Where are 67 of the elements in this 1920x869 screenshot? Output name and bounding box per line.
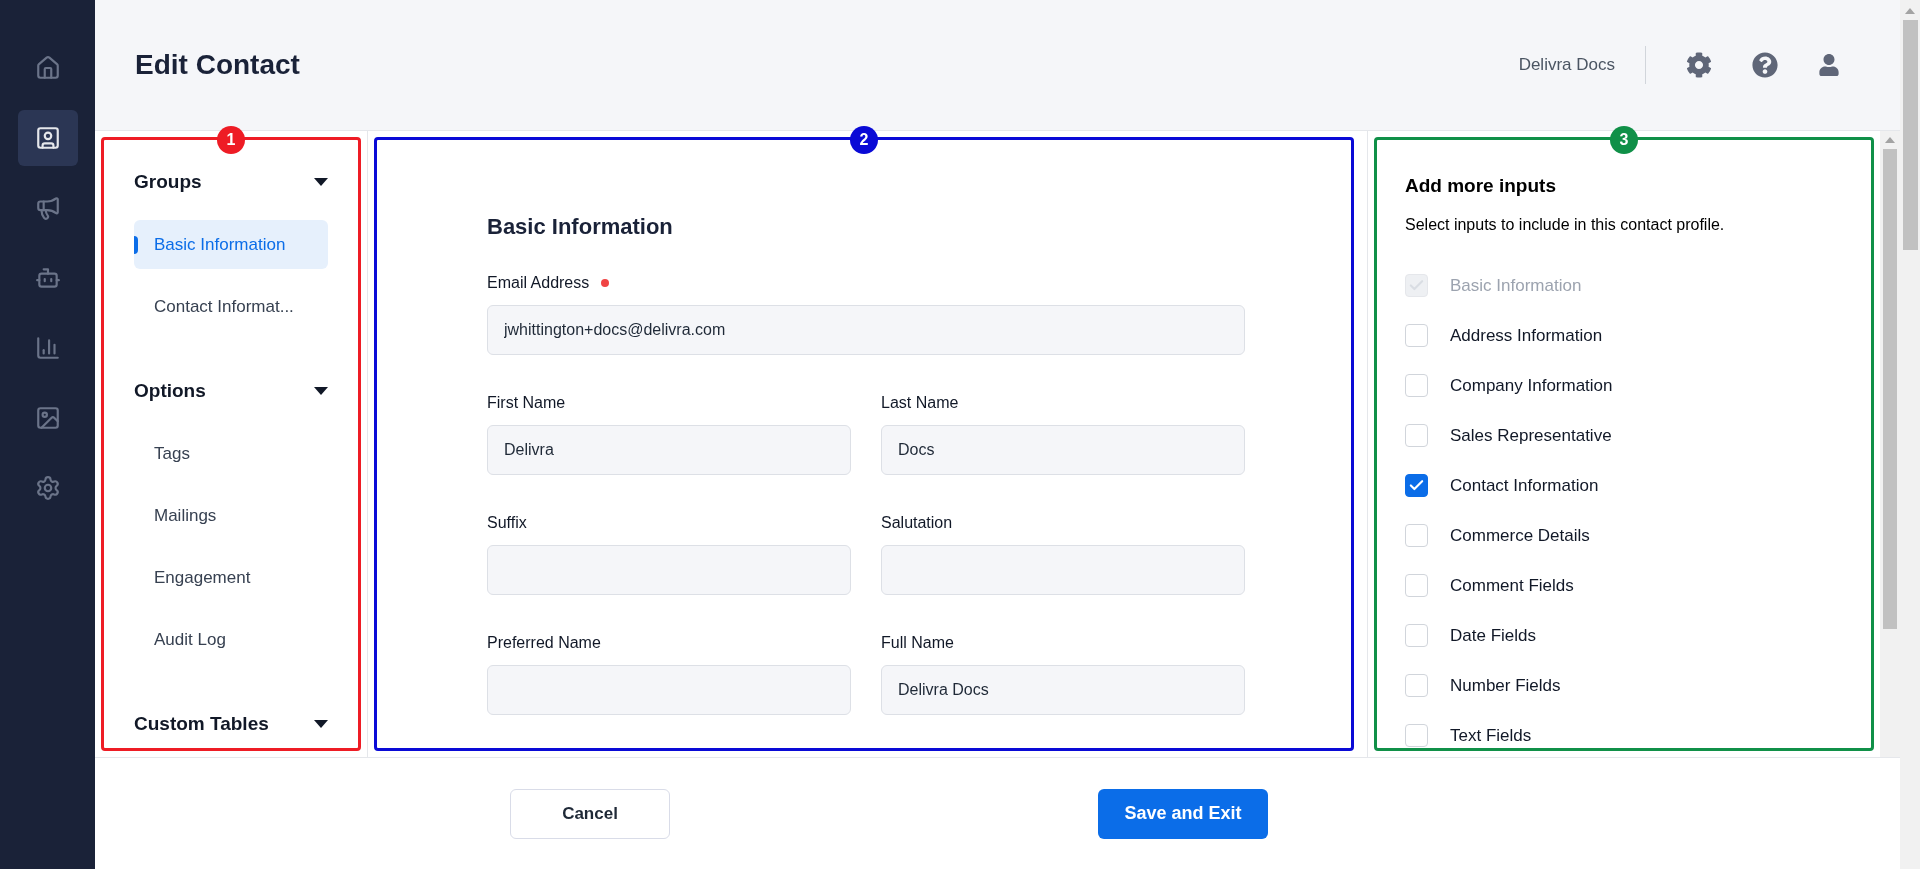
section-heading: Groups	[134, 169, 202, 194]
home-icon	[34, 55, 61, 81]
cancel-button[interactable]: Cancel	[510, 788, 670, 839]
settings-button[interactable]	[1686, 52, 1712, 78]
panel-title: Add more inputs	[1405, 174, 1557, 198]
settings-icon	[34, 475, 61, 501]
field-label: Full Name	[881, 633, 954, 653]
bar-chart-icon	[34, 335, 61, 361]
sidebar-item[interactable]: Mailings	[134, 491, 328, 540]
input-field[interactable]: Delivra	[487, 425, 851, 475]
caret-icon[interactable]	[314, 178, 328, 186]
callout-badge: 1	[217, 126, 245, 154]
robot-icon	[34, 265, 61, 291]
option-label: Basic Information	[1450, 274, 1582, 297]
sidebar-item[interactable]: Basic Information	[134, 220, 328, 269]
sidebar-item[interactable]: Contact Informat...	[134, 282, 328, 331]
caret-icon[interactable]	[314, 387, 328, 395]
option-label: Date Fields	[1450, 624, 1536, 647]
scroll-up-arrow-icon[interactable]	[1905, 8, 1915, 14]
field-label: Email Address	[487, 273, 590, 293]
option-label: Sales Representative	[1450, 424, 1612, 447]
help-icon	[1752, 52, 1778, 78]
input-field[interactable]	[881, 545, 1245, 595]
field-label: First Name	[487, 393, 566, 413]
option-label: Commerce Details	[1450, 524, 1590, 547]
input-field[interactable]: Docs	[881, 425, 1245, 475]
field-label: Last Name	[881, 393, 959, 413]
sidebar-item[interactable]: Tags	[134, 429, 328, 478]
save-button[interactable]: Save and Exit	[1098, 788, 1268, 839]
sidebar-item[interactable]: Engagement	[134, 553, 328, 602]
settings-icon	[1686, 52, 1712, 78]
option-label: Company Information	[1450, 374, 1613, 397]
option-label: Text Fields	[1450, 724, 1532, 747]
scrollbar[interactable]	[1880, 131, 1900, 757]
account-name: Delivra Docs	[1518, 46, 1646, 84]
input-field[interactable]	[487, 545, 851, 595]
form-title: Basic Information	[487, 213, 674, 241]
contact-card-icon	[34, 125, 61, 151]
option-label: Contact Information	[1450, 474, 1599, 497]
nav-button[interactable]	[17, 110, 78, 166]
page-title: Edit Contact	[135, 48, 300, 82]
panel-description: Select inputs to include in this contact profile.	[1405, 214, 1726, 235]
section-heading: Options	[134, 378, 206, 403]
checkbox[interactable]	[1405, 474, 1428, 497]
option-label: Number Fields	[1450, 674, 1561, 697]
scrollbar-thumb[interactable]	[1902, 20, 1918, 250]
sidebar-item[interactable]: Audit Log	[134, 615, 328, 664]
image-icon	[34, 405, 61, 431]
profile-button[interactable]	[1818, 54, 1840, 76]
caret-icon[interactable]	[314, 720, 328, 728]
scrollbar[interactable]	[1900, 0, 1920, 869]
field-label: Salutation	[881, 513, 953, 533]
input-field[interactable]: jwhittington+docs@delivra.com	[487, 305, 1245, 355]
help-button[interactable]	[1752, 52, 1778, 78]
megaphone-icon	[34, 195, 61, 221]
option-label: Address Information	[1450, 324, 1603, 347]
field-label: Preferred Name	[487, 633, 601, 653]
scrollbar-thumb[interactable]	[1883, 149, 1897, 629]
section-heading: Custom Tables	[134, 711, 269, 736]
input-field[interactable]	[487, 665, 851, 715]
input-field[interactable]: Delivra Docs	[881, 665, 1245, 715]
callout-badge: 2	[850, 126, 878, 154]
user-icon	[1818, 54, 1840, 76]
option-label: Comment Fields	[1450, 574, 1574, 597]
callout-badge: 3	[1610, 126, 1638, 154]
scroll-up-arrow-icon[interactable]	[1885, 137, 1895, 143]
field-label: Suffix	[487, 513, 527, 533]
